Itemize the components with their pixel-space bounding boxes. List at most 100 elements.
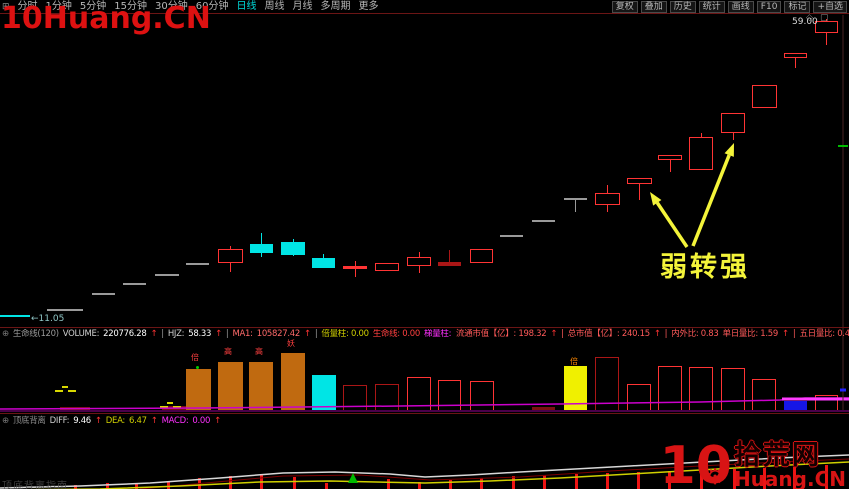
main-volume-separator <box>0 327 849 328</box>
candlestick-dash <box>532 220 555 222</box>
macd-histogram-bar <box>606 473 609 489</box>
site-watermark-text: 10Huang.CN <box>1 1 211 36</box>
watermark-scribble <box>173 406 181 408</box>
period-tab-7[interactable]: 周线 <box>265 1 285 13</box>
candlestick <box>438 262 461 266</box>
gear-icon: ⚙ <box>705 465 725 489</box>
header-field: MACD: <box>161 416 189 426</box>
header-field: 9.46 <box>73 416 91 426</box>
candlestick <box>375 263 399 271</box>
diamond-icon[interactable]: ◇ <box>806 13 813 23</box>
volume-bar <box>721 368 745 411</box>
period-tab-9[interactable]: 多周期 <box>321 1 351 13</box>
header-field: 流通市值【亿】: 198.32 <box>456 329 547 339</box>
annotation-arrow-line-0 <box>655 201 689 248</box>
header-field: ↑ <box>304 329 311 339</box>
macd-histogram-bar <box>637 472 640 489</box>
header-field: 单日量比: 1.59 <box>722 329 779 339</box>
volume-bar <box>407 377 431 411</box>
candlestick <box>595 193 620 205</box>
annotation-weak-to-strong: 弱转强 <box>660 252 750 283</box>
candle-wick <box>355 261 356 277</box>
last-price-label: 59.00 <box>792 17 818 27</box>
volume-bar <box>218 362 243 411</box>
candlestick-dash <box>186 263 209 265</box>
tool-button-4[interactable]: 画线 <box>727 0 754 13</box>
indicator-expand-icon[interactable]: ⊕ <box>2 416 9 427</box>
header-field: 梯量柱: 0.00 <box>424 329 454 339</box>
header-field: MA1: <box>232 329 253 339</box>
site-logo: 10 ⚙ 拾荒网 Huang.CN <box>660 440 846 489</box>
header-field: | <box>314 329 318 339</box>
volume-bar <box>627 384 651 411</box>
header-field: ↑ <box>550 329 558 339</box>
volume-signal-mark: 倍 <box>570 357 578 366</box>
indicator-expand-icon[interactable]: ⊕ <box>2 329 9 340</box>
candlestick <box>343 266 367 269</box>
watermark-scribble <box>68 390 76 392</box>
period-tab-8[interactable]: 月线 <box>293 1 313 13</box>
header-field: | <box>792 329 796 339</box>
annotation-arrow-head-1 <box>724 143 734 157</box>
candlestick <box>470 249 493 263</box>
tool-menu: 复权 叠加 历史 统计 画线 F10 标记 +自选 <box>611 0 847 13</box>
header-field: ↑ <box>94 416 102 426</box>
volume-indicator-header: ⊕ 生命线(120) VOLUME: 220776.28 ↑ | HJZ: 58.33 ↑ | MA… <box>2 329 454 340</box>
volume-bar <box>470 381 494 411</box>
tool-button-2[interactable]: 历史 <box>669 0 696 13</box>
macd-histogram-bar <box>260 474 263 489</box>
header-field: 58.33 <box>188 329 212 339</box>
volume-bar <box>249 362 273 411</box>
watermark-scribble <box>167 402 173 404</box>
macd-histogram-bar <box>449 480 452 489</box>
tool-button-3[interactable]: 统计 <box>698 0 725 13</box>
header-field: 内外比: 0.83 <box>671 329 719 339</box>
header-field: 220776.28 <box>103 329 147 339</box>
volume-bar <box>752 379 776 411</box>
header-field: 105827.42 <box>256 329 301 339</box>
macd-histogram-bar <box>106 483 109 489</box>
candlestick-dash <box>500 235 523 237</box>
header-field: 倍量柱: 0.00 <box>321 329 369 339</box>
candlestick <box>752 85 777 108</box>
tool-button-7[interactable]: +自选 <box>813 0 847 13</box>
square-icon[interactable]: ▢ <box>820 13 829 23</box>
volume-bar <box>438 380 461 411</box>
tool-button-5[interactable]: F10 <box>756 0 782 13</box>
period-tab-6[interactable]: 日线 <box>237 1 257 13</box>
volume-signal-mark: 妖 <box>287 339 295 348</box>
watermark-scribble <box>55 390 63 392</box>
logo-domain: Huang.CN <box>733 467 846 489</box>
header-field: | <box>225 329 229 339</box>
faint-indicator-watermark: 顶底背离指南 <box>2 481 68 489</box>
volume-bar <box>595 357 619 411</box>
macd-histogram-bar <box>74 485 77 489</box>
candlestick <box>218 249 243 263</box>
candlestick <box>721 113 745 133</box>
candlestick <box>407 257 431 266</box>
volume-bar <box>186 369 211 411</box>
macd-histogram-bar <box>387 479 390 489</box>
header-field: ↑ <box>150 329 158 339</box>
annotation-arrow-head-0 <box>650 192 662 206</box>
candlestick-dash <box>155 274 179 276</box>
header-field: ↑ <box>214 416 221 426</box>
tool-button-1[interactable]: 叠加 <box>640 0 667 13</box>
volume-bar <box>815 395 838 411</box>
header-field: ↑ <box>215 329 222 339</box>
header-field: 顶底背离 <box>12 416 46 426</box>
period-tab-10[interactable]: 更多 <box>359 1 379 13</box>
logo-number: 10 ⚙ <box>660 440 732 489</box>
tool-button-0[interactable]: 复权 <box>611 0 638 13</box>
macd-histogram-bar <box>135 484 138 489</box>
header-field: DEA: <box>105 416 126 426</box>
candlestick <box>784 53 807 58</box>
candle-wick <box>575 198 576 212</box>
macd-buy-signal-arrow <box>348 473 358 483</box>
header-field: 生命线: 0.00 <box>372 329 421 339</box>
volume-bar <box>375 384 399 411</box>
candlestick-dash <box>564 198 587 200</box>
macd-histogram-bar <box>198 478 201 489</box>
tool-button-6[interactable]: 标记 <box>784 0 811 13</box>
candlestick <box>312 258 335 268</box>
